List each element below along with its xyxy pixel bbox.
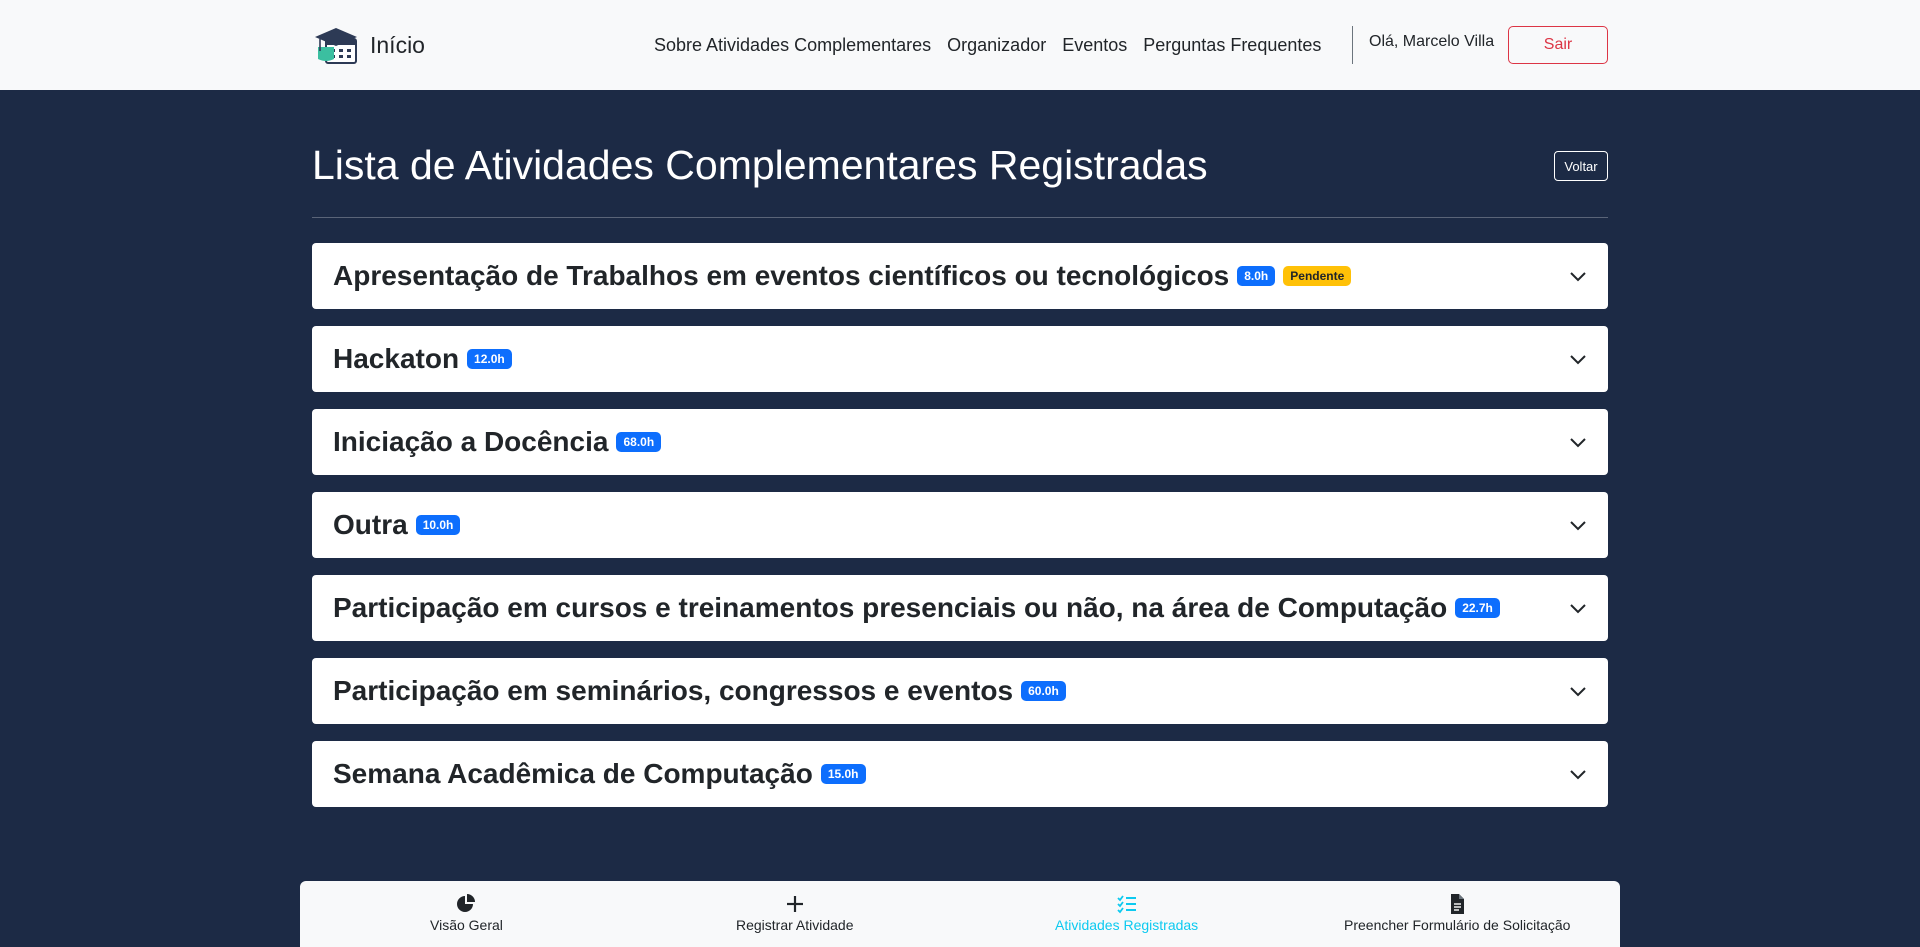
title-divider <box>312 217 1608 218</box>
bottom-nav: Visão Geral Registrar Atividade Atividad… <box>300 881 1620 947</box>
activity-title: Participação em cursos e treinamentos pr… <box>333 592 1448 623</box>
bottom-nav-atividades-registradas[interactable]: Atividades Registradas <box>1055 893 1198 933</box>
activity-title: Semana Acadêmica de Computação <box>333 758 813 789</box>
chevron-down-icon <box>1570 604 1586 614</box>
hours-badge: 22.7h <box>1455 598 1500 618</box>
nav-link-organizador[interactable]: Organizador <box>947 35 1046 56</box>
hours-badge: 60.0h <box>1021 681 1066 701</box>
document-icon <box>1451 894 1465 914</box>
chevron-down-icon <box>1570 272 1586 282</box>
nav-link-eventos[interactable]: Eventos <box>1062 35 1127 56</box>
checklist-icon <box>1116 895 1136 914</box>
graduation-cap-calendar-icon <box>315 28 357 64</box>
activity-title: Hackaton <box>333 343 460 374</box>
hours-badge: 12.0h <box>467 349 512 369</box>
status-badge: Pendente <box>1283 266 1352 286</box>
hours-badge: 15.0h <box>820 764 866 784</box>
top-navbar: Início Sobre Atividades Complementares O… <box>0 0 1920 90</box>
accordion-item[interactable]: Participação em seminários, congressos e… <box>312 658 1608 724</box>
bottom-nav-visao-geral[interactable]: Visão Geral <box>430 893 503 933</box>
bottom-nav-label: Atividades Registradas <box>1055 917 1199 933</box>
accordion-item[interactable]: Outra 10.0h <box>312 492 1608 558</box>
hours-badge: 68.0h <box>616 432 662 452</box>
back-button[interactable]: Voltar <box>1554 151 1608 181</box>
bottom-nav-label: Preencher Formulário de Solicitação <box>1344 917 1571 933</box>
chevron-down-icon <box>1570 438 1586 448</box>
activity-title: Apresentação de Trabalhos em eventos cie… <box>333 260 1230 291</box>
bottom-nav-preencher-formulario[interactable]: Preencher Formulário de Solicitação <box>1344 893 1570 933</box>
page-title: Lista de Atividades Complementares Regis… <box>312 142 1208 188</box>
plus-icon <box>786 896 803 912</box>
accordion-item[interactable]: Iniciação a Docência 68.0h <box>312 409 1608 475</box>
activity-title: Participação em seminários, congressos e… <box>333 675 1014 706</box>
chevron-down-icon <box>1570 355 1586 365</box>
hours-badge: 10.0h <box>415 515 461 535</box>
activity-title: Iniciação a Docência <box>333 426 609 457</box>
main-nav: Sobre Atividades Complementares Organiza… <box>654 35 1321 56</box>
user-greeting: Olá, Marcelo Villa <box>1369 33 1495 50</box>
chevron-down-icon <box>1570 770 1586 780</box>
chevron-down-icon <box>1570 687 1586 697</box>
accordion-item[interactable]: Semana Acadêmica de Computação 15.0h <box>312 741 1608 807</box>
brand-label: Início <box>370 31 425 58</box>
bottom-nav-registrar[interactable]: Registrar Atividade <box>736 893 854 933</box>
logout-button[interactable]: Sair <box>1508 26 1608 64</box>
activity-title: Outra <box>333 509 408 540</box>
bottom-nav-label: Visão Geral <box>430 917 503 933</box>
pie-chart-icon <box>457 894 476 912</box>
chevron-down-icon <box>1570 521 1586 531</box>
nav-link-perguntas[interactable]: Perguntas Frequentes <box>1143 35 1321 56</box>
accordion-item[interactable]: Participação em cursos e treinamentos pr… <box>312 575 1608 641</box>
brand-link[interactable]: Início <box>314 25 425 65</box>
hours-badge: 8.0h <box>1237 266 1276 286</box>
nav-link-sobre[interactable]: Sobre Atividades Complementares <box>654 35 931 56</box>
nav-divider <box>1352 26 1353 64</box>
accordion-item[interactable]: Hackaton 12.0h <box>312 326 1608 392</box>
bottom-nav-label: Registrar Atividade <box>736 917 854 933</box>
accordion-item[interactable]: Apresentação de Trabalhos em eventos cie… <box>312 243 1608 309</box>
